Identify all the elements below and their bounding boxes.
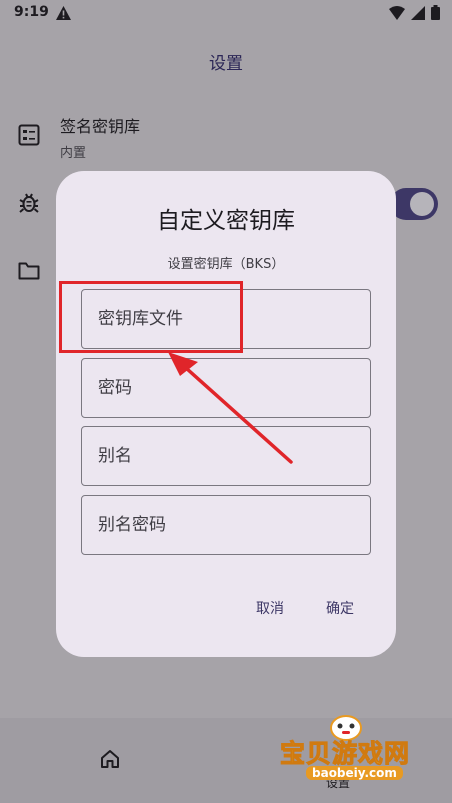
cancel-button[interactable]: 取消 <box>256 598 284 618</box>
alias-field <box>81 426 371 486</box>
highlight-box <box>59 281 243 353</box>
alias-password-field <box>81 495 371 555</box>
warning-icon <box>56 5 71 24</box>
toggle-knob <box>410 192 434 216</box>
wifi-icon <box>389 5 405 24</box>
dialog-title: 自定义密钥库 <box>157 208 295 234</box>
settings-item-title: 签名密钥库 <box>60 117 141 136</box>
settings-item-subtitle: 内置 <box>60 146 87 161</box>
settings-item-keystore[interactable]: 签名密钥库 内置 <box>0 110 452 166</box>
signal-icon <box>411 5 425 24</box>
status-bar: 9:19 <box>0 0 452 26</box>
watermark-text: 宝贝游戏网 <box>279 739 411 769</box>
home-icon[interactable] <box>99 748 121 774</box>
custom-keystore-dialog: 自定义密钥库 设置密钥库（BKS） 取消 确定 <box>56 171 396 657</box>
dialog-subtitle: 设置密钥库（BKS） <box>167 257 285 272</box>
status-icons <box>389 5 440 24</box>
confirm-button[interactable]: 确定 <box>326 598 354 618</box>
password-input[interactable] <box>82 359 370 417</box>
password-field <box>81 358 371 418</box>
battery-icon <box>431 5 440 24</box>
bug-icon <box>18 192 40 218</box>
folder-icon <box>18 261 40 285</box>
page-title: 设置 <box>209 54 243 74</box>
debug-toggle[interactable] <box>390 188 438 220</box>
alias-input[interactable] <box>82 427 370 485</box>
status-time: 9:19 <box>14 4 49 20</box>
watermark-url: baobeiy.com <box>306 766 403 780</box>
watermark: 宝贝游戏网 baobeiy.com <box>272 712 422 792</box>
keystore-icon <box>18 124 40 150</box>
alias-password-input[interactable] <box>82 496 370 554</box>
